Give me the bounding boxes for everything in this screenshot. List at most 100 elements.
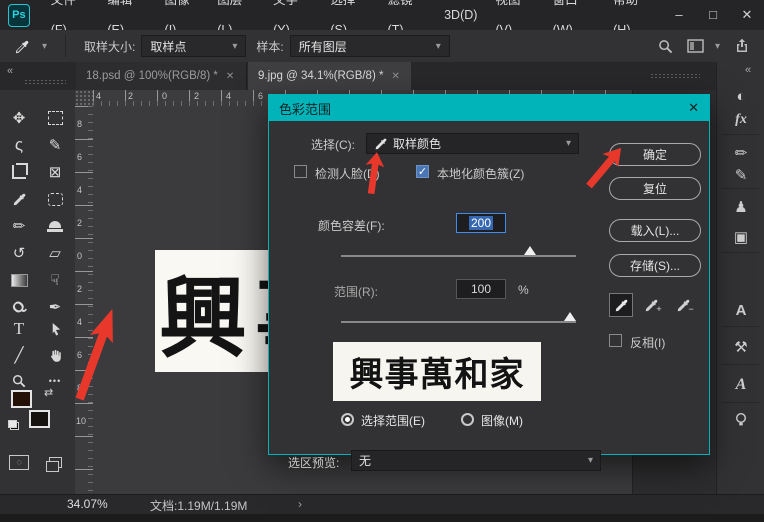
maximize-button[interactable]: □ — [696, 0, 730, 30]
detect-faces-checkbox[interactable] — [294, 165, 307, 178]
ruler-number: 2 — [77, 284, 83, 294]
sample-size-dropdown[interactable]: 取样点 ▾ — [141, 35, 247, 57]
crop-tool[interactable] — [4, 160, 34, 184]
ok-button[interactable]: 确定 — [609, 143, 701, 166]
dialog-title-bar[interactable]: 色彩范围 ✕ — [269, 95, 709, 121]
tab-18psd[interactable]: 18.psd @ 100%(RGB/8) * ✕ — [76, 62, 247, 90]
ruler-corner — [75, 90, 94, 107]
pen-tool[interactable]: ✒ — [40, 295, 70, 319]
adjustments-icon[interactable]: ◐ — [717, 88, 764, 105]
search-icon[interactable] — [658, 39, 673, 54]
close-tab-icon[interactable]: ✕ — [226, 71, 234, 82]
reset-button[interactable]: 复位 — [609, 177, 701, 200]
load-button[interactable]: 载入(L)... — [609, 219, 701, 242]
selection-preview-thumbnail[interactable]: 興事萬和家 — [333, 342, 541, 401]
marquee-tool[interactable] — [40, 106, 70, 130]
sample-eyedropper-button[interactable] — [609, 293, 633, 317]
active-tool-eyedropper[interactable]: ▾ — [0, 39, 57, 54]
close-dialog-icon[interactable]: ✕ — [688, 100, 699, 116]
shapes-icon[interactable]: ▣ — [717, 228, 764, 246]
quick-selection-tool[interactable]: ✎ — [40, 133, 70, 157]
character-panel-icon[interactable]: A — [717, 302, 764, 319]
move-tool[interactable]: ✥ — [4, 106, 34, 130]
fuzziness-input[interactable]: 200 — [456, 213, 506, 233]
subtract-sample-eyedropper-button[interactable]: − — [673, 293, 697, 317]
line-tool[interactable]: ╱ — [4, 343, 34, 367]
background-color-swatch[interactable] — [29, 410, 50, 428]
localized-clusters-checkbox[interactable]: ✓ — [416, 165, 429, 178]
image-radio[interactable] — [461, 413, 474, 426]
close-window-button[interactable]: ✕ — [730, 0, 764, 30]
hand-tool[interactable] — [40, 343, 70, 367]
brushes-icon[interactable]: ✎ — [717, 166, 764, 184]
clone-source-icon[interactable]: ♟ — [717, 198, 764, 216]
menu-3d[interactable]: 3D(D) — [435, 0, 486, 30]
screen-mode-button[interactable] — [40, 450, 70, 474]
fuzziness-slider[interactable] — [341, 246, 576, 257]
document-image[interactable]: 興事 — [155, 250, 268, 372]
smudge-tool[interactable]: ☟ — [40, 268, 70, 292]
zoom-icon — [13, 375, 26, 388]
learn-icon[interactable] — [717, 412, 764, 429]
selection-preview-dropdown[interactable]: 无 ▾ — [351, 450, 601, 471]
range-value: 100 — [470, 282, 492, 296]
range-slider[interactable] — [341, 312, 576, 323]
type-tool[interactable]: T — [4, 317, 34, 341]
panel-grip[interactable] — [650, 73, 700, 79]
tool-presets-icon[interactable]: ⚒ — [717, 338, 764, 356]
collapse-toolbar-icon[interactable]: « — [7, 65, 13, 77]
swap-colors-icon[interactable]: ⇄ — [44, 386, 53, 399]
minimize-button[interactable]: – — [662, 0, 696, 30]
gradient-tool[interactable] — [4, 268, 34, 292]
patch-tool[interactable] — [40, 187, 70, 211]
zoom-level-field[interactable]: 34.07% — [67, 497, 108, 511]
range-input[interactable]: 100 — [456, 279, 506, 299]
hand-icon — [51, 349, 61, 362]
invert-checkbox[interactable] — [609, 334, 622, 347]
brush-settings-icon[interactable]: ✏ — [717, 144, 764, 162]
eyedropper-icon — [13, 193, 26, 206]
default-colors-icon[interactable] — [8, 420, 19, 430]
lasso-tool[interactable]: ς — [4, 133, 34, 157]
selection-radio-label: 选择范围(E) — [361, 414, 425, 428]
screen-mode-icon — [45, 456, 62, 472]
collapse-panels-icon[interactable]: « — [745, 64, 751, 76]
selection-radio[interactable] — [341, 413, 354, 426]
ruler-number: 2 — [194, 91, 200, 101]
range-slider-thumb[interactable] — [564, 312, 576, 321]
sample-dropdown[interactable]: 所有图层 ▾ — [289, 35, 450, 57]
tab-label: 9.jpg @ 34.1%(RGB/8) * — [258, 70, 384, 82]
brush-tool[interactable]: ✏ — [4, 214, 34, 238]
eraser-tool[interactable]: ▱ — [40, 241, 70, 265]
save-button[interactable]: 存储(S)... — [609, 254, 701, 277]
clone-stamp-tool[interactable] — [40, 214, 70, 238]
select-dropdown[interactable]: 取样颜色 ▾ — [366, 133, 579, 154]
fuzziness-slider-thumb[interactable] — [524, 246, 536, 255]
workspace-icon[interactable]: ▾ — [687, 39, 720, 53]
divider — [722, 188, 760, 189]
ps-logo-text: Ps — [12, 9, 26, 21]
styles-icon[interactable]: fx — [717, 112, 764, 128]
range-unit: % — [518, 283, 529, 297]
quick-mask-button[interactable]: ◌ — [4, 450, 34, 474]
status-chevron-icon[interactable]: › — [298, 497, 302, 511]
close-tab-icon[interactable]: ✕ — [391, 71, 399, 82]
eyedropper-tool[interactable] — [4, 187, 34, 211]
ruler-number: 4 — [77, 317, 83, 327]
chevron-down-icon: ▾ — [232, 40, 238, 52]
add-sample-eyedropper-button[interactable]: + — [641, 293, 665, 317]
foreground-color-swatch[interactable] — [11, 390, 32, 408]
ruler-number: 6 — [77, 350, 83, 360]
dodge-tool[interactable]: Q — [4, 295, 34, 319]
ps-logo[interactable]: Ps — [8, 3, 30, 27]
image-radio-label: 图像(M) — [481, 414, 523, 428]
share-icon[interactable] — [734, 38, 750, 54]
localized-clusters-label: 本地化颜色簇(Z) — [437, 167, 525, 181]
frame-tool[interactable]: ⊠ — [40, 160, 70, 184]
history-brush-tool[interactable]: ↺ — [4, 241, 34, 265]
path-select-tool[interactable] — [40, 317, 70, 341]
tab-9jpg[interactable]: 9.jpg @ 34.1%(RGB/8) * ✕ — [248, 62, 411, 90]
glyphs-panel-icon[interactable]: A — [717, 376, 764, 394]
options-bar-right: ▾ — [658, 38, 764, 54]
toolbar-grip[interactable] — [24, 79, 66, 85]
